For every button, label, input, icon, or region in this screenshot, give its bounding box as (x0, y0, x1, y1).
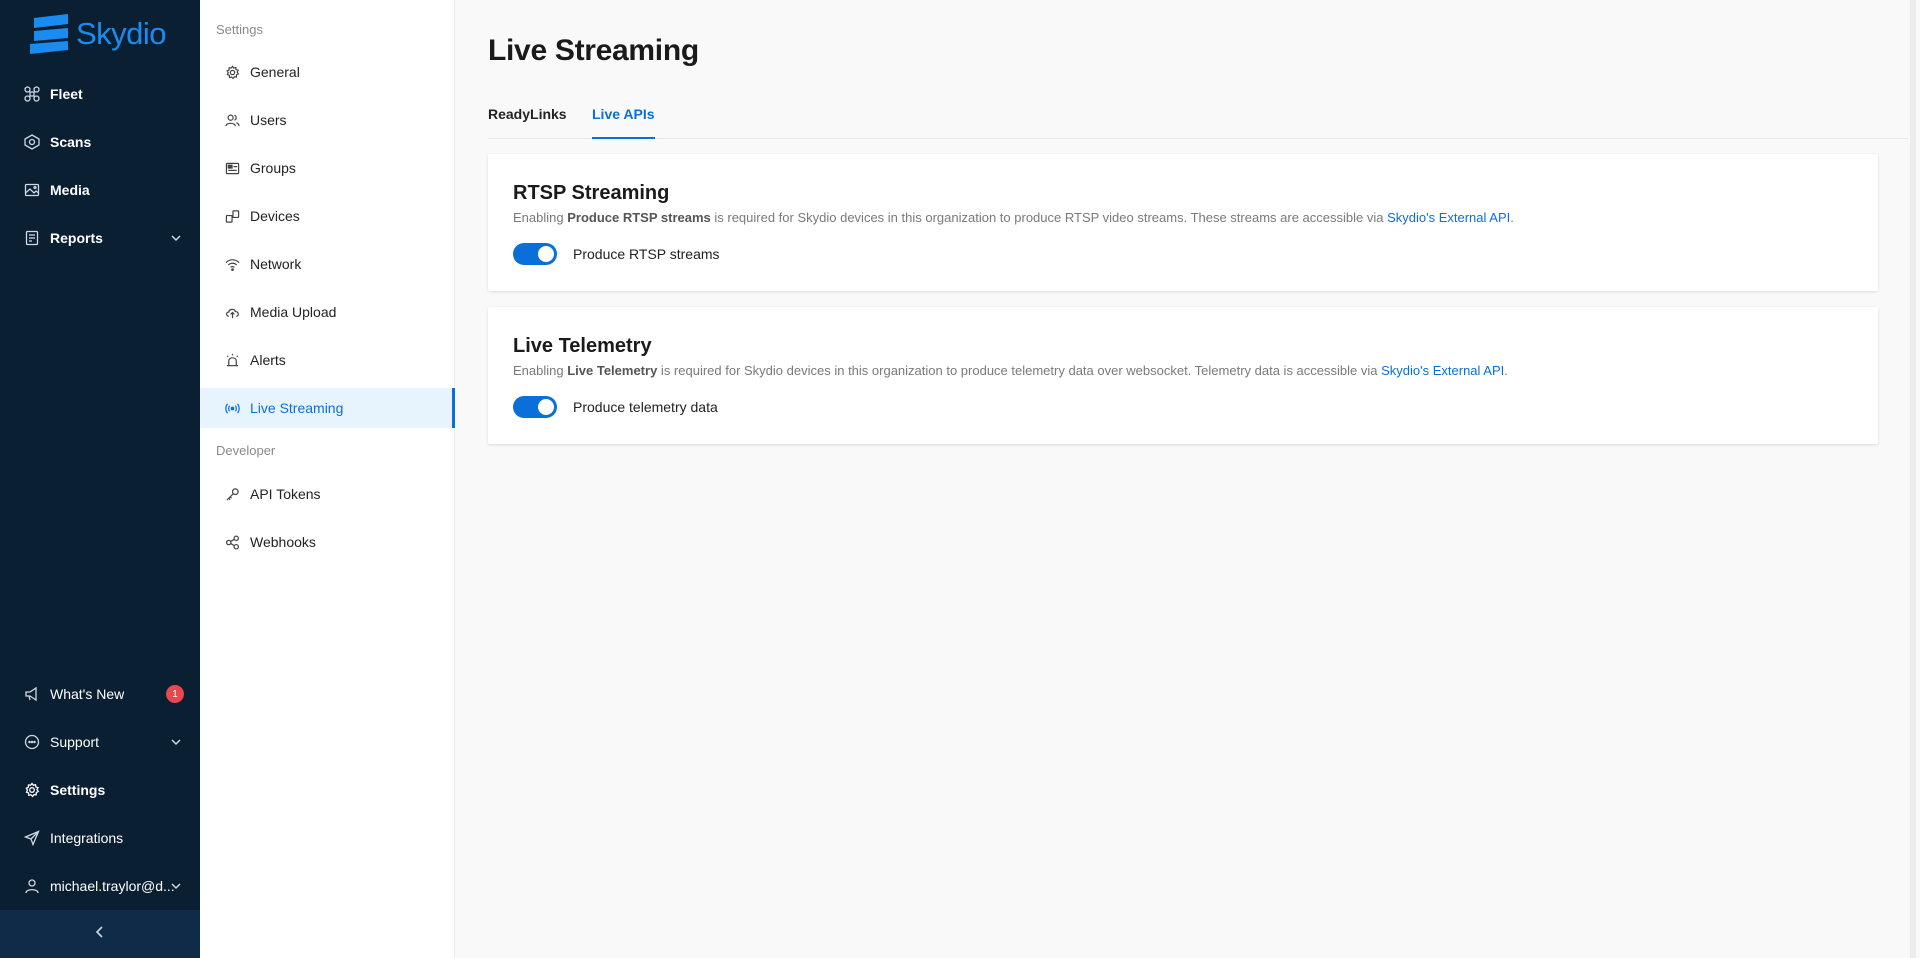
settings-item-alerts[interactable]: Alerts (200, 340, 455, 380)
nav-item-media[interactable]: Media (0, 170, 200, 210)
nav-item-user-account[interactable]: michael.traylor@d... (0, 866, 200, 906)
nav-item-label: Integrations (50, 830, 124, 846)
settings-item-label: Media Upload (250, 304, 337, 320)
desc-text: . (1504, 363, 1508, 378)
nav-item-label: Scans (50, 134, 92, 150)
notification-badge: 1 (166, 685, 184, 703)
scan-icon (24, 134, 40, 150)
external-api-link[interactable]: Skydio's External API (1387, 210, 1510, 225)
settings-item-label: Network (250, 256, 302, 272)
telemetry-data-toggle[interactable] (513, 396, 557, 418)
settings-item-label: Groups (250, 160, 296, 176)
send-icon (24, 830, 40, 846)
page-title: Live Streaming (488, 34, 699, 67)
chevron-down-icon (170, 231, 182, 247)
toggle-label: Produce RTSP streams (573, 246, 720, 262)
key-icon (224, 486, 240, 502)
chevron-left-icon (94, 925, 106, 944)
tab-bar: ReadyLinks Live APIs (488, 104, 1908, 139)
settings-item-media-upload[interactable]: Media Upload (200, 292, 455, 332)
settings-item-label: Users (250, 112, 287, 128)
live-telemetry-card: Live Telemetry Enabling Live Telemetry i… (488, 307, 1878, 444)
nav-item-fleet[interactable]: Fleet (0, 74, 200, 114)
nav-item-label: michael.traylor@d... (50, 878, 175, 894)
toggle-row: Produce telemetry data (513, 396, 718, 418)
nav-item-label: Settings (50, 782, 106, 798)
desc-text: . (1510, 210, 1514, 225)
skydio-logo-icon (30, 14, 68, 54)
toggle-row: Produce RTSP streams (513, 243, 720, 265)
nav-item-scans[interactable]: Scans (0, 122, 200, 162)
settings-item-users[interactable]: Users (200, 100, 455, 140)
settings-item-label: General (250, 64, 300, 80)
webhook-icon (224, 534, 240, 550)
settings-item-webhooks[interactable]: Webhooks (200, 522, 455, 562)
drone-icon (24, 86, 40, 102)
collapse-nav-button[interactable] (0, 910, 200, 958)
megaphone-icon (24, 686, 40, 702)
external-api-link[interactable]: Skydio's External API (1381, 363, 1504, 378)
nav-item-label: Reports (50, 230, 103, 246)
settings-item-network[interactable]: Network (200, 244, 455, 284)
toggle-label: Produce telemetry data (573, 399, 718, 415)
cloud-upload-icon (224, 304, 240, 320)
settings-item-label: Live Streaming (250, 400, 344, 416)
brand-name: Skydio (76, 16, 167, 51)
card-title: Live Telemetry (513, 335, 652, 357)
nav-item-integrations[interactable]: Integrations (0, 818, 200, 858)
main-nav: Skydio Fleet Scans Media Reports What's … (0, 0, 200, 958)
settings-item-devices[interactable]: Devices (200, 196, 455, 236)
settings-item-general[interactable]: General (200, 52, 455, 92)
nav-item-label: Support (50, 734, 100, 750)
nav-item-label: Fleet (50, 86, 83, 102)
settings-item-api-tokens[interactable]: API Tokens (200, 474, 455, 514)
chat-icon (24, 734, 40, 750)
settings-item-label: API Tokens (250, 486, 321, 502)
nav-item-whats-new[interactable]: What's New 1 (0, 674, 200, 714)
broadcast-icon (224, 400, 240, 416)
section-label-developer: Developer (216, 443, 276, 458)
settings-item-groups[interactable]: Groups (200, 148, 455, 188)
section-label-settings: Settings (216, 22, 263, 37)
settings-item-label: Webhooks (250, 534, 316, 550)
nav-item-label: Media (50, 182, 90, 198)
nav-item-settings[interactable]: Settings (0, 770, 200, 810)
desc-text: is required for Skydio devices in this o… (710, 210, 1388, 225)
nav-item-label: What's New (50, 686, 125, 702)
desc-text: Enabling (513, 210, 568, 225)
nav-item-reports[interactable]: Reports (0, 218, 200, 258)
gear-icon (224, 64, 240, 80)
wifi-icon (224, 256, 240, 272)
desc-bold: Live Telemetry (567, 363, 658, 378)
rtsp-streams-toggle[interactable] (513, 243, 557, 265)
image-icon (24, 182, 40, 198)
report-icon (24, 230, 40, 246)
gear-icon (24, 782, 40, 798)
tab-live-apis[interactable]: Live APIs (592, 106, 655, 139)
desc-text: Enabling (513, 363, 568, 378)
desc-bold: Produce RTSP streams (567, 210, 711, 225)
card-description: Enabling Produce RTSP streams is require… (513, 210, 1514, 225)
settings-item-label: Alerts (250, 352, 286, 368)
card-title: RTSP Streaming (513, 182, 670, 204)
groups-icon (224, 160, 240, 176)
devices-icon (224, 208, 240, 224)
skydio-logo[interactable]: Skydio (30, 14, 167, 54)
chevron-down-icon (170, 735, 182, 751)
user-icon (24, 878, 40, 894)
alarm-icon (224, 352, 240, 368)
desc-text: is required for Skydio devices in this o… (657, 363, 1382, 378)
users-icon (224, 112, 240, 128)
settings-sidebar: Settings General Users Groups Devices Ne… (200, 0, 455, 958)
rtsp-streaming-card: RTSP Streaming Enabling Produce RTSP str… (488, 154, 1878, 291)
card-description: Enabling Live Telemetry is required for … (513, 363, 1508, 378)
settings-item-live-streaming[interactable]: Live Streaming (200, 388, 455, 428)
nav-item-support[interactable]: Support (0, 722, 200, 762)
main-content: Live Streaming ReadyLinks Live APIs RTSP… (455, 0, 1920, 958)
page-scrollbar[interactable] (1910, 0, 1916, 958)
chevron-down-icon (170, 879, 182, 895)
tab-readylinks[interactable]: ReadyLinks (488, 106, 567, 139)
settings-item-label: Devices (250, 208, 300, 224)
